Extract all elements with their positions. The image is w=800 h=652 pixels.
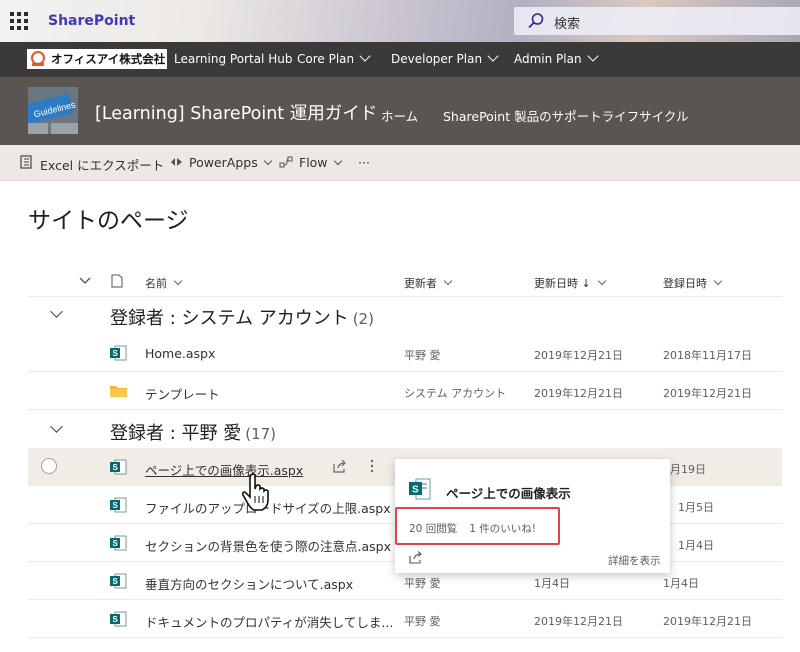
site-logo[interactable]: Guidelines [28,87,78,134]
site-title[interactable]: [Learning] SharePoint 運用ガイド [95,100,377,125]
svg-text:S: S [113,539,119,548]
hub-link-developer-plan[interactable]: Developer Plan [391,50,499,66]
chevron-down-icon [263,156,272,166]
column-header-modified-by[interactable]: 更新者 [404,275,453,291]
share-icon[interactable] [332,458,348,474]
share-icon[interactable] [409,551,423,564]
sort-descending-icon: ↓ [581,277,591,290]
site-nav-support-lifecycle[interactable]: SharePoint 製品のサポートライフサイクル [443,106,688,125]
svg-text:S: S [412,485,419,496]
folder-name-link[interactable]: テンプレート [145,384,220,403]
sharepoint-page-icon: S [110,497,127,513]
flow-button[interactable]: Flow [299,155,342,170]
list-row[interactable]: S ドキュメントのプロパティが消失してしま... 平野 愛 2019年12月21… [28,600,782,638]
chevron-down-icon [713,276,723,286]
chevron-down-icon [333,156,342,166]
collapse-all-chevron-icon[interactable] [79,276,91,286]
column-header-modified[interactable]: 更新日時 ↓ [534,275,606,291]
flow-icon [279,156,293,168]
app-launcher-icon[interactable] [10,12,28,30]
folder-icon [110,386,127,397]
suite-bar: SharePoint 検索 [0,0,800,42]
group-collapse-chevron-icon[interactable] [50,420,63,433]
search-box[interactable]: 検索 [514,7,800,35]
group-header[interactable]: 登録者 : 平野 愛 (17) [110,419,276,445]
company-name: オフィスアイ株式会社 [51,52,166,66]
list-row[interactable]: S Home.aspx 平野 愛 2019年12月21日 2018年11月17日 [28,334,782,372]
hover-card-title[interactable]: ページ上での画像表示 [446,483,571,502]
export-to-excel-button[interactable]: Excel にエクスポート [40,155,164,174]
created-cell: 1月4日 [678,539,714,552]
sharepoint-page-icon: S [110,345,127,361]
show-details-link[interactable]: 詳細を表示 [608,553,661,568]
chevron-down-icon [586,50,599,62]
powerapps-icon [171,158,182,166]
search-icon [528,13,544,29]
created-cell: 1月4日 [663,577,699,590]
hand-pointer-cursor-icon [241,473,269,511]
file-type-icon[interactable] [111,274,123,288]
modified-cell: 2019年12月21日 [534,349,623,362]
column-header-name[interactable]: 名前 [145,275,183,291]
modified-by-cell[interactable]: 平野 愛 [404,613,441,629]
svg-text:S: S [113,349,119,358]
svg-text:S: S [113,615,119,624]
hub-link-learning-portal[interactable]: Learning Portal Hub [174,52,292,66]
sharepoint-page-icon: S [110,535,127,551]
hub-logo[interactable]: オフィスアイ株式会社 [27,49,167,69]
group-header[interactable]: 登録者 : システム アカウント (2) [110,304,374,330]
sharepoint-page-icon: S [409,478,431,500]
chevron-down-icon [597,276,606,286]
svg-text:S: S [113,577,119,586]
chevron-down-icon [443,276,453,286]
chevron-down-icon [359,50,371,62]
app-name[interactable]: SharePoint [48,13,135,29]
group-collapse-chevron-icon[interactable] [50,305,63,318]
modified-by-cell[interactable]: 平野 愛 [404,575,441,591]
search-input[interactable]: 検索 [554,13,580,32]
excel-icon [20,155,32,169]
file-name-link[interactable]: セクションの背景色を使う際の注意点.aspx [145,536,391,555]
site-nav-home[interactable]: ホーム [381,106,418,125]
modified-cell: 2019年12月21日 [534,387,623,400]
column-header-created[interactable]: 登録日時 [663,275,723,291]
svg-text:S: S [113,501,119,510]
highlight-annotation-box [395,507,560,545]
created-cell: 2018年11月17日 [663,349,752,362]
guidelines-keyboard-icon: Guidelines [28,87,78,134]
header-divider [28,296,782,297]
sharepoint-page-icon: S [110,459,127,475]
hub-link-core-plan[interactable]: Core Plan [297,50,371,66]
chevron-down-icon [487,50,499,62]
chevron-down-icon [173,276,183,286]
svg-text:S: S [113,463,119,472]
hub-link-admin-plan[interactable]: Admin Plan [514,50,599,66]
file-name-link[interactable]: 垂直方向のセクションについて.aspx [145,574,353,593]
file-name-link[interactable]: Home.aspx [145,346,215,361]
page-title: サイトのページ [28,208,189,234]
file-hover-card[interactable]: S ページ上での画像表示 20 回閲覧 1 件のいいね! 詳細を表示 [395,459,670,573]
modified-cell: 2019年12月21日 [534,615,623,628]
sharepoint-page-icon: S [110,611,127,627]
modified-by-cell[interactable]: システム アカウント [404,385,506,401]
company-logo-icon [31,51,45,66]
row-select-checkbox[interactable] [41,458,57,474]
more-actions-icon[interactable] [364,458,380,474]
powerapps-button[interactable]: PowerApps [189,155,272,170]
created-cell: 2019年12月21日 [663,615,752,628]
sharepoint-page-icon: S [110,573,127,589]
file-name-link[interactable]: ドキュメントのプロパティが消失してしま... [145,612,393,631]
more-commands-button[interactable]: ··· [358,155,370,170]
modified-cell: 1月4日 [534,577,570,590]
created-cell: 1月5日 [678,501,714,514]
modified-by-cell[interactable]: 平野 愛 [404,347,441,363]
list-row[interactable]: テンプレート システム アカウント 2019年12月21日 2019年12月21… [28,372,782,410]
created-cell: 2019年12月21日 [663,387,752,400]
file-name-link[interactable]: ページ上での画像表示.aspx [145,460,303,479]
